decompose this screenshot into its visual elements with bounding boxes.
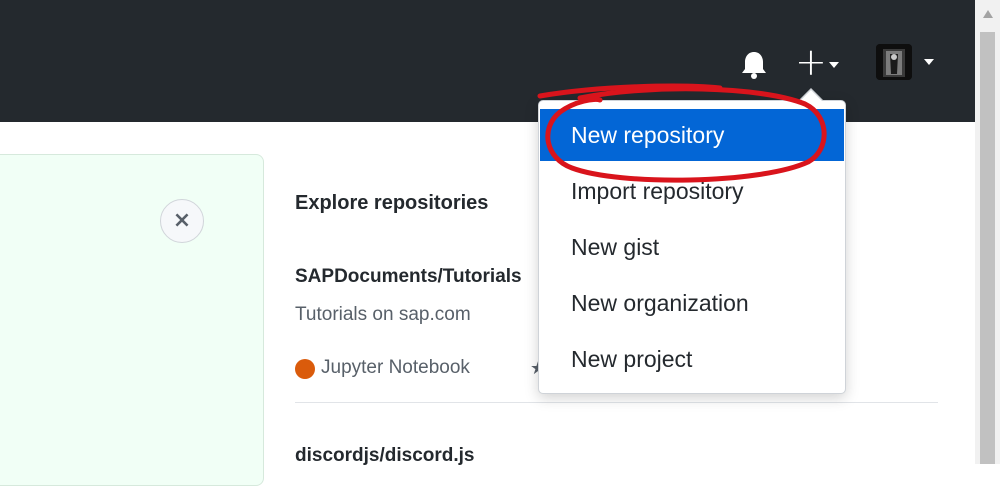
divider	[295, 402, 938, 403]
scrollbar-thumb[interactable]	[980, 32, 995, 464]
repo-link[interactable]: SAPDocuments/Tutorials	[295, 266, 522, 288]
menu-item-new-organization[interactable]: New organization	[540, 277, 844, 329]
scroll-up-arrow-icon[interactable]	[983, 10, 993, 18]
chevron-down-icon	[829, 62, 839, 68]
explore-title: Explore repositories	[295, 192, 489, 214]
welcome-banner	[0, 154, 264, 486]
bell-icon[interactable]	[740, 50, 768, 80]
dropdown-pointer-fill	[800, 90, 822, 101]
plus-icon: +	[795, 40, 827, 84]
menu-item-import-repository[interactable]: Import repository	[540, 165, 844, 217]
create-new-button[interactable]: +	[795, 42, 847, 82]
language-color-dot	[295, 359, 315, 379]
dismiss-banner-button[interactable]: ×	[160, 199, 204, 243]
menu-item-new-repository[interactable]: New repository	[540, 109, 844, 161]
close-icon: ×	[172, 208, 192, 233]
user-menu-button[interactable]	[876, 44, 946, 82]
create-new-dropdown: New repository Import repository New gis…	[538, 100, 846, 394]
menu-item-new-gist[interactable]: New gist	[540, 221, 844, 273]
vertical-scrollbar[interactable]	[975, 0, 1000, 464]
avatar	[876, 44, 912, 80]
repo-language: Jupyter Notebook	[321, 357, 470, 378]
chevron-down-icon	[924, 59, 934, 65]
repo-description: Tutorials on sap.com	[295, 304, 471, 325]
menu-item-new-project[interactable]: New project	[540, 333, 844, 385]
